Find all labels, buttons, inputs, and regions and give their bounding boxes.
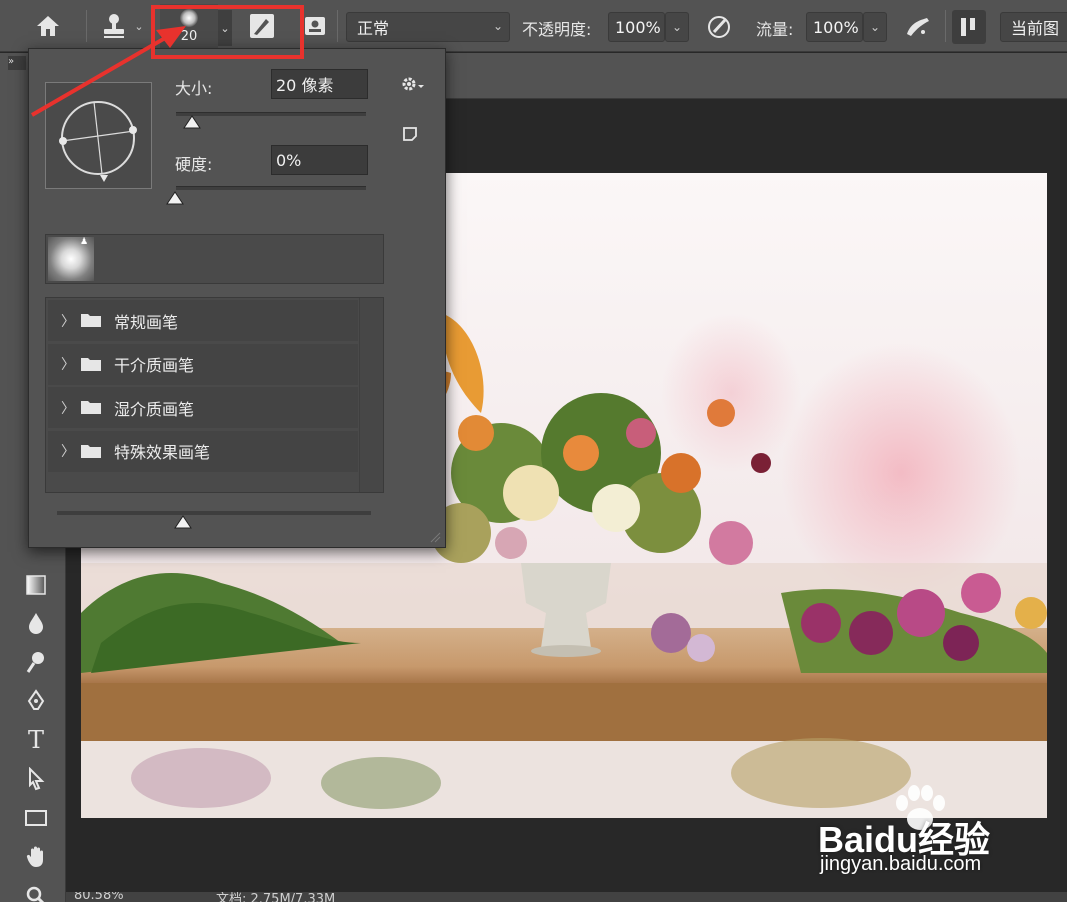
brush-preset-panel: 大小: 20 像素 硬度: 0% ♟ 〉 常规画笔 〉 干介质画笔 〉 湿介质画… [28, 48, 446, 548]
hardness-value: 0% [276, 150, 302, 170]
chevron-right-icon[interactable]: 〉 [61, 354, 75, 374]
magnifier-icon [26, 886, 45, 902]
clone-source-icon [305, 17, 325, 35]
pen-tool[interactable] [14, 684, 58, 718]
recent-brushes-strip: ♟ [45, 234, 384, 284]
flow-input[interactable]: 100% [806, 12, 863, 42]
sample-layers-value: 当前图 [1011, 19, 1060, 38]
blur-tool[interactable] [14, 606, 58, 640]
photoshop-window: ⌄ 20 ⌄ 正常 ⌄ 不透明度: 100% ⌄ 流量: 100% ⌄ 当前图 … [0, 0, 1067, 902]
path-selection-tool[interactable] [14, 762, 58, 796]
zoom-tool[interactable] [14, 879, 58, 902]
list-scrollbar[interactable] [359, 298, 383, 492]
hardness-label: 硬度: [175, 155, 213, 174]
zoom-level[interactable]: 80.58% [74, 892, 124, 902]
brush-angle-preview[interactable] [45, 82, 152, 189]
chevron-right-icon[interactable]: 〉 [61, 398, 75, 418]
collapse-toolbar-button[interactable]: » [8, 56, 26, 70]
home-icon [37, 16, 59, 36]
new-preset-icon [403, 127, 417, 141]
flow-dropdown[interactable]: ⌄ [863, 12, 887, 42]
hand-icon [26, 846, 43, 867]
align-icon [961, 18, 975, 36]
chevron-down-icon: ⌄ [492, 19, 503, 33]
annotation-highlight-box [151, 5, 304, 59]
dodge-tool[interactable] [14, 645, 58, 679]
stamp-tool-icon [104, 14, 125, 38]
rectangle-icon [25, 810, 47, 826]
rectangle-tool[interactable] [14, 801, 58, 835]
separator [945, 10, 946, 42]
separator [337, 10, 338, 42]
hand-tool[interactable] [14, 840, 58, 874]
gear-icon [402, 77, 424, 91]
dodge-icon [26, 652, 44, 673]
pen-icon [27, 689, 45, 710]
brush-group-row[interactable]: 〉 干介质画笔 [48, 343, 358, 385]
size-slider-track[interactable] [176, 112, 366, 116]
drop-icon [29, 613, 43, 634]
opacity-input[interactable]: 100% [608, 12, 665, 42]
tool-preset-picker[interactable]: ⌄ [96, 10, 148, 42]
brush-group-label: 常规画笔 [114, 312, 179, 332]
folder-icon [81, 357, 101, 371]
brush-angle-roundness-widget[interactable] [46, 83, 151, 188]
type-icon: T [27, 726, 44, 754]
hardness-input[interactable]: 0% [271, 145, 368, 175]
brush-group-list: 〉 常规画笔 〉 干介质画笔 〉 湿介质画笔 〉 特殊效果画笔 [45, 297, 384, 493]
align-button[interactable] [952, 10, 986, 44]
pressure-opacity-icon [708, 16, 730, 38]
chevron-right-icon[interactable]: 〉 [61, 311, 75, 331]
brush-group-row[interactable]: 〉 常规画笔 [48, 300, 358, 341]
airbrush-button[interactable] [900, 10, 936, 44]
home-button[interactable] [28, 10, 68, 42]
user-icon: ♟ [80, 237, 89, 247]
new-brush-preset-button[interactable] [397, 121, 423, 147]
opacity-dropdown[interactable]: ⌄ [665, 12, 689, 42]
chevron-right-icon[interactable]: 〉 [61, 441, 75, 461]
chevron-down-icon: ⌄ [671, 20, 683, 34]
size-value: 20 像素 [276, 76, 334, 95]
size-input[interactable]: 20 像素 [271, 69, 368, 99]
folder-icon [81, 314, 101, 327]
flow-value: 100% [813, 17, 859, 37]
brush-group-row[interactable]: 〉 特殊效果画笔 [48, 430, 358, 472]
watermark-url: jingyan.baidu.com [820, 853, 982, 875]
gradient-icon [26, 575, 46, 595]
opacity-label: 不透明度: [522, 20, 592, 39]
type-tool[interactable]: T [14, 723, 58, 757]
pressure-opacity-button[interactable] [702, 10, 736, 44]
separator [86, 10, 87, 42]
chevron-down-icon: ⌄ [869, 20, 881, 34]
hardness-slider-track[interactable] [176, 186, 366, 190]
preview-size-slider-track[interactable] [57, 511, 371, 515]
brush-group-label: 湿介质画笔 [114, 399, 195, 419]
brush-group-label: 特殊效果画笔 [114, 443, 211, 462]
folder-icon [81, 401, 101, 414]
sample-layers-select[interactable]: 当前图 [1000, 12, 1067, 42]
brush-group-label: 干介质画笔 [114, 356, 195, 375]
resize-grip-icon[interactable] [429, 531, 441, 543]
status-bar: 80.58% 文档: 2.75M/7.33M [66, 892, 1067, 902]
gradient-tool[interactable] [14, 568, 58, 602]
blend-mode-select[interactable]: 正常 ⌄ [346, 12, 510, 42]
chevron-down-icon: ⌄ [134, 19, 144, 33]
panel-settings-button[interactable] [397, 71, 427, 97]
flow-label: 流量: [756, 20, 794, 39]
arrow-cursor-icon [29, 767, 45, 791]
blend-mode-value: 正常 [357, 19, 390, 38]
document-size: 文档: 2.75M/7.33M [216, 892, 336, 902]
clone-source-button[interactable] [300, 10, 330, 42]
opacity-value: 100% [615, 17, 661, 37]
airbrush-icon [907, 18, 929, 36]
brush-group-row[interactable]: 〉 湿介质画笔 [48, 387, 358, 428]
size-label: 大小: [175, 79, 213, 98]
folder-icon [81, 444, 101, 458]
